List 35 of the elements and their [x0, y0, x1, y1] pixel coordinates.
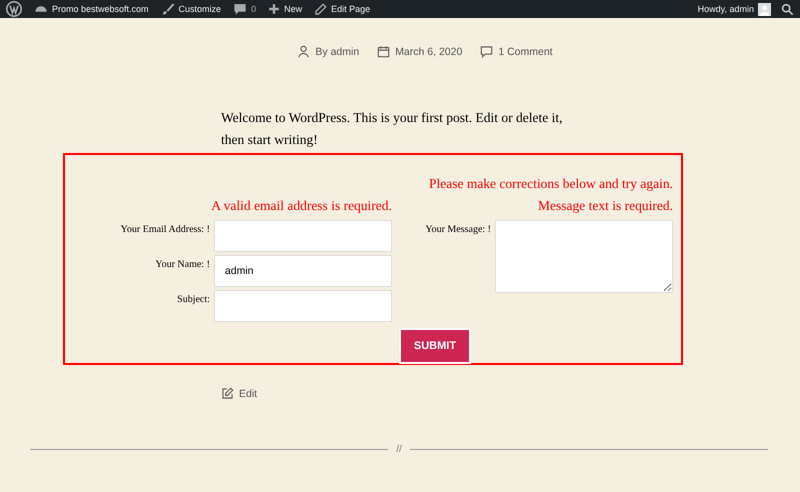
comment-icon [480, 45, 494, 58]
submit-button[interactable]: SUBMIT [399, 328, 471, 364]
wordpress-logo-icon[interactable] [6, 1, 22, 17]
separator-mark: // [396, 444, 402, 455]
field-label: Your Message: ! [425, 223, 491, 235]
plus-icon [268, 3, 280, 15]
post-paragraph: Welcome to WordPress. This is your first post. Edit or delete it, then start writing! [221, 109, 564, 149]
avatar-icon [758, 2, 771, 16]
account-link[interactable]: Howdy, admin [698, 2, 771, 16]
customize-link[interactable]: Customize [160, 2, 222, 16]
pencil-icon [314, 2, 328, 16]
input-field[interactable] [214, 220, 392, 252]
calendar-icon [377, 45, 390, 58]
edit-page-link[interactable]: Edit Page [314, 2, 370, 16]
person-icon [297, 45, 310, 58]
site-link[interactable]: Promo bestwebsoft.com [34, 2, 149, 16]
field-label: Your Email Address: ! [120, 223, 210, 235]
message-error-message: Message text is required. [537, 197, 673, 215]
form-error-message: Please make corrections below and try again. [428, 175, 673, 193]
new-link[interactable]: New [268, 3, 302, 15]
search-icon[interactable] [781, 2, 794, 16]
message-field[interactable] [495, 220, 673, 293]
field-label: Subject: [177, 293, 210, 305]
input-field[interactable] [214, 290, 392, 322]
pencil-square-icon [221, 387, 234, 400]
date-link[interactable]: March 6, 2020 [377, 45, 462, 58]
comment-icon [233, 2, 248, 16]
comments-count-link[interactable]: 1 Comment [480, 45, 553, 58]
brush-icon [160, 2, 175, 16]
author-link[interactable]: By admin [297, 45, 360, 58]
comments-link[interactable]: 0 [233, 2, 256, 16]
field-label: Your Name: ! [155, 258, 210, 270]
email-error-message: A valid email address is required. [210, 197, 392, 215]
input-field[interactable]: admin [214, 255, 392, 287]
edit-link[interactable]: Edit [221, 387, 258, 400]
